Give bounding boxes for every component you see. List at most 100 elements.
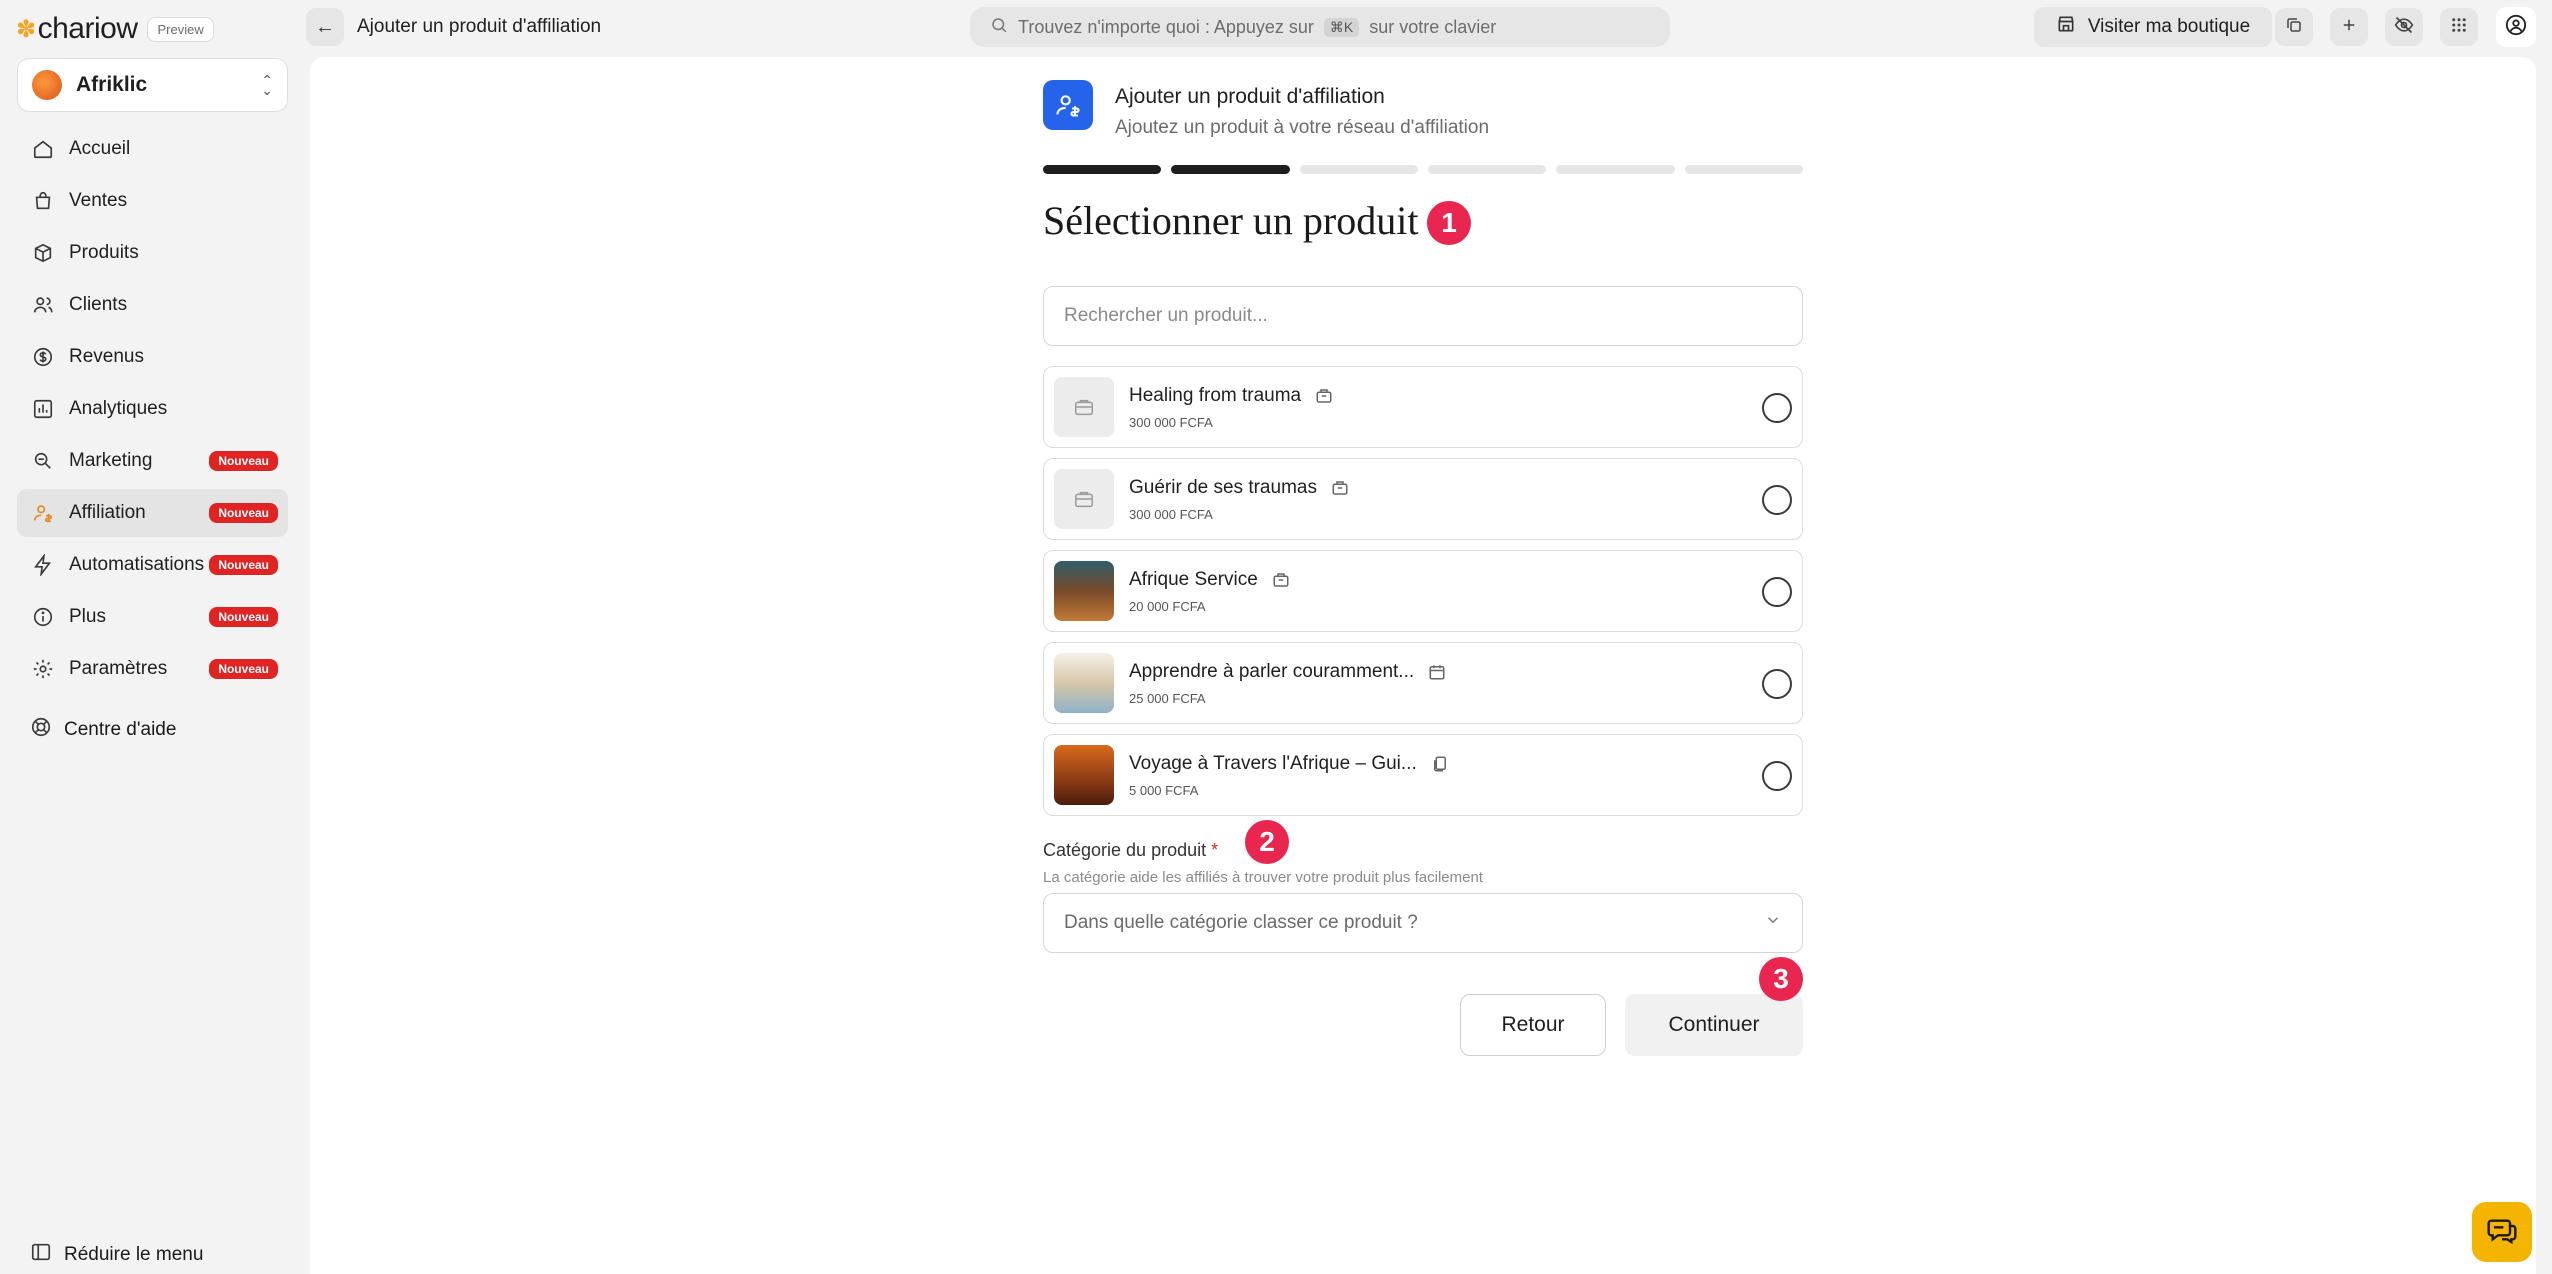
wizard-subtitle: Ajoutez un produit à votre réseau d'affi… [1115, 117, 1490, 138]
product-price: 25 000 FCFA [1129, 690, 1206, 706]
annotation-marker: 2 [1245, 820, 1289, 864]
page-title: Sélectionner un produit [1043, 198, 1419, 243]
sidebar-nav: Accueil Ventes Produits Clients Revenus … [17, 125, 288, 697]
product-radio[interactable] [1762, 761, 1792, 791]
step-indicator [1171, 165, 1290, 174]
product-radio[interactable] [1762, 485, 1792, 515]
page-breadcrumb: Ajouter un produit d'affiliation [357, 16, 602, 37]
wizard-title: Ajouter un produit d'affiliation [1115, 85, 1385, 108]
chat-icon [2486, 1214, 2518, 1251]
product-list: Healing from trauma 300 000 FCFA Guérir … [1043, 366, 1803, 826]
main-panel: Ajouter un produit d'affiliation Ajoutez… [310, 57, 2536, 1274]
sidebar-item-label: Paramètres [69, 658, 168, 679]
sidebar-item-label: Affiliation [69, 502, 146, 523]
calendar-type-icon [1428, 663, 1446, 681]
brand-name: chariow [37, 12, 138, 45]
collapse-menu-button[interactable]: Réduire le menu [30, 1241, 203, 1269]
copy-button[interactable] [2275, 8, 2313, 46]
affiliation-icon [31, 501, 55, 525]
affiliate-product-icon [1043, 80, 1093, 130]
gear-icon [31, 657, 55, 681]
sidebar-item-accueil[interactable]: Accueil [17, 125, 288, 173]
product-option[interactable]: Voyage à Travers l'Afrique – Gui... 5 00… [1043, 734, 1803, 816]
back-button[interactable]: ← [306, 8, 344, 46]
product-search-input[interactable] [1043, 286, 1803, 346]
chat-support-button[interactable] [2472, 1202, 2532, 1262]
product-radio[interactable] [1762, 669, 1792, 699]
new-badge: Nouveau [209, 607, 278, 627]
hide-values-button[interactable] [2385, 8, 2423, 46]
preview-badge: Preview [147, 16, 214, 42]
search-icon [990, 16, 1008, 39]
step-indicator [1299, 165, 1418, 174]
sidebar-item-analytiques[interactable]: Analytiques [17, 385, 288, 433]
product-option[interactable]: Apprendre à parler couramment... 25 000 … [1043, 642, 1803, 724]
home-icon [31, 137, 55, 161]
sidebar-item-label: Marketing [69, 450, 153, 471]
category-label: Catégorie du produit * [1043, 840, 1218, 861]
sidebar-item-label: Analytiques [69, 398, 168, 419]
apps-button[interactable] [2440, 8, 2478, 46]
brand-logo[interactable]: ✽ chariow [16, 12, 138, 46]
box-icon [31, 241, 55, 265]
step-indicator [1684, 165, 1803, 174]
product-option[interactable]: Healing from trauma 300 000 FCFA [1043, 366, 1803, 448]
chariow-mark-icon: ✽ [16, 15, 36, 43]
brand: ✽ chariow Preview [16, 12, 214, 46]
product-price: 300 000 FCFA [1129, 414, 1213, 430]
search-shortcut: ⌘K [1323, 17, 1360, 37]
sidebar-item-label: Automatisations [69, 554, 205, 575]
product-price: 300 000 FCFA [1129, 506, 1213, 522]
shop-switcher[interactable]: Afriklic ⌃ ⌄ [17, 58, 288, 112]
sidebar-item-label: Clients [69, 294, 128, 315]
add-button[interactable] [2330, 8, 2368, 46]
sidebar-item-parametres[interactable]: Paramètres Nouveau [17, 645, 288, 693]
step-indicator [1427, 165, 1547, 174]
continue-button[interactable]: Continuer [1625, 994, 1803, 1056]
sidebar-item-ventes[interactable]: Ventes [17, 177, 288, 225]
product-thumbnail [1054, 469, 1114, 529]
sidebar-item-plus[interactable]: Plus Nouveau [17, 593, 288, 641]
category-select[interactable]: Dans quelle catégorie classer ce produit… [1043, 893, 1803, 953]
annotation-marker: 3 [1759, 957, 1803, 1001]
wizard-header: Ajouter un produit d'affiliation Ajoutez… [1043, 80, 1489, 139]
sidebar-item-label: Accueil [69, 138, 131, 159]
step-progress [1043, 165, 1803, 174]
arrow-left-icon: ← [315, 15, 335, 38]
chevron-updown-icon: ⌃ ⌄ [261, 72, 273, 98]
lifebuoy-icon [30, 716, 52, 744]
sidebar-item-label: Produits [69, 242, 139, 263]
product-thumbnail [1054, 653, 1114, 713]
product-type-icon [1331, 479, 1349, 497]
sidebar-item-clients[interactable]: Clients [17, 281, 288, 329]
category-placeholder: Dans quelle catégorie classer ce produit… [1064, 912, 1418, 933]
plus-icon [2340, 16, 2358, 39]
product-option[interactable]: Guérir de ses traumas 300 000 FCFA [1043, 458, 1803, 540]
product-name: Afrique Service [1129, 568, 1258, 590]
sidebar-item-marketing[interactable]: Marketing Nouveau [17, 437, 288, 485]
grid-icon [2450, 16, 2468, 39]
product-price: 5 000 FCFA [1129, 782, 1199, 798]
sidebar-item-affiliation[interactable]: Affiliation Nouveau [17, 489, 288, 537]
bolt-icon [31, 553, 55, 577]
step-indicator [1043, 165, 1162, 174]
product-radio[interactable] [1762, 393, 1792, 423]
sidebar-item-help[interactable]: Centre d'aide [30, 716, 176, 744]
product-thumbnail [1054, 377, 1114, 437]
back-step-button[interactable]: Retour [1460, 994, 1606, 1056]
sidebar-item-produits[interactable]: Produits [17, 229, 288, 277]
shop-name: Afriklic [76, 73, 148, 96]
search-hint-prefix: Trouvez n'importe quoi : Appuyez sur [1018, 16, 1314, 37]
product-option[interactable]: Afrique Service 20 000 FCFA [1043, 550, 1803, 632]
product-radio[interactable] [1762, 577, 1792, 607]
visit-shop-button[interactable]: Visiter ma boutique [2034, 7, 2272, 47]
top-bar: ✽ chariow Preview ← Ajouter un produit d… [0, 0, 2552, 55]
marketing-icon [31, 449, 55, 473]
sidebar-item-revenus[interactable]: Revenus [17, 333, 288, 381]
chart-icon [31, 397, 55, 421]
new-badge: Nouveau [209, 451, 278, 471]
eye-off-icon [2394, 15, 2414, 40]
global-search[interactable]: Trouvez n'importe quoi : Appuyez sur ⌘K … [970, 7, 1670, 47]
sidebar-item-automatisations[interactable]: Automatisations Nouveau [17, 541, 288, 589]
account-button[interactable] [2496, 7, 2536, 47]
